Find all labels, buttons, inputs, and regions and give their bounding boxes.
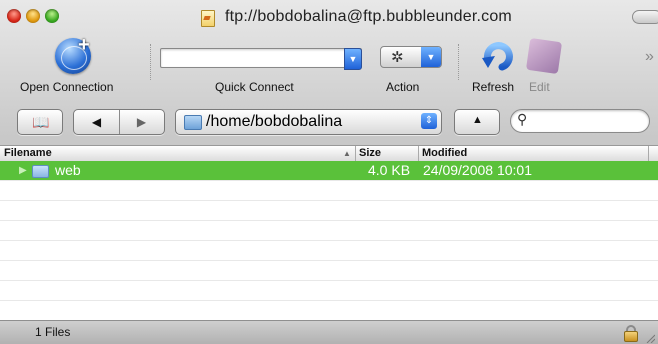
column-divider — [355, 146, 356, 161]
current-path: /home/bobdobalina — [206, 113, 343, 130]
back-arrow-icon[interactable]: ◀ — [74, 110, 120, 134]
magnifier-icon: ⚲ — [517, 111, 528, 127]
open-connection-button[interactable]: + Open Connection — [0, 34, 145, 98]
globe-plus-icon: + — [55, 34, 91, 74]
quick-connect-label: Quick Connect — [215, 80, 294, 94]
empty-row — [0, 261, 658, 281]
minimize-window-button[interactable] — [26, 9, 40, 23]
search-input[interactable]: ⚲ — [510, 109, 650, 133]
file-name: web — [55, 162, 81, 178]
toolbar-separator-2 — [458, 44, 460, 80]
title-bar: ftp://bobdobalina@ftp.bubbleunder.com — [0, 0, 658, 36]
action-button[interactable]: ✲ ▼ — [380, 46, 442, 68]
navigation-bar: 📖 ◀ ▶ /home/bobdobalina ⇕ ▲ ⚲ — [0, 100, 658, 146]
parent-directory-button[interactable]: ▲ — [454, 109, 500, 135]
disclosure-triangle-icon[interactable]: ▶ — [19, 161, 27, 180]
edit-label: Edit — [529, 80, 550, 94]
gear-icon: ✲ — [391, 49, 404, 66]
bookmarks-button[interactable]: 📖 — [17, 109, 63, 135]
ftp-browser-window: ftp://bobdobalina@ftp.bubbleunder.com + … — [0, 0, 658, 344]
table-row[interactable]: ▶ web 4.0 KB 24/09/2008 10:01 — [0, 161, 658, 181]
file-count: 1 Files — [35, 325, 71, 339]
book-icon: 📖 — [32, 114, 50, 130]
file-table: Filename ▲ Size Modified ▶ web 4.0 KB 24… — [0, 145, 658, 321]
refresh-label: Refresh — [472, 80, 515, 94]
column-header-filename[interactable]: Filename — [4, 146, 52, 161]
up-arrow-icon: ▲ — [472, 114, 483, 126]
action-dropdown-icon: ▼ — [421, 47, 441, 67]
ftp-document-icon — [201, 10, 215, 27]
toolbar-separator — [150, 44, 152, 80]
file-size: 4.0 KB — [368, 162, 411, 178]
empty-row — [0, 181, 658, 201]
back-forward-control: ◀ ▶ — [73, 109, 165, 135]
open-connection-label: Open Connection — [20, 80, 114, 94]
toolbar-overflow-icon[interactable]: » — [645, 48, 654, 66]
table-header: Filename ▲ Size Modified — [0, 145, 658, 162]
column-header-size[interactable]: Size — [359, 146, 381, 161]
lock-icon — [624, 325, 638, 342]
empty-row — [0, 221, 658, 241]
resize-grip-icon[interactable] — [645, 333, 655, 343]
toolbar: + Open Connection ▼ Quick Connect ✲ ▼ Ac… — [0, 34, 658, 100]
action-label: Action — [386, 80, 420, 94]
folder-icon — [184, 115, 202, 130]
zoom-window-button[interactable] — [45, 9, 59, 23]
quick-connect-input[interactable]: ▼ — [160, 48, 362, 70]
column-header-modified[interactable]: Modified — [422, 146, 467, 161]
file-modified: 24/09/2008 10:01 — [423, 162, 532, 178]
quick-connect-dropdown-icon[interactable]: ▼ — [344, 48, 362, 70]
close-window-button[interactable] — [7, 9, 21, 23]
empty-row — [0, 201, 658, 221]
path-dropdown-icon: ⇕ — [421, 113, 437, 129]
window-title: ftp://bobdobalina@ftp.bubbleunder.com — [225, 8, 512, 25]
refresh-icon — [482, 42, 513, 71]
empty-row — [0, 301, 658, 321]
forward-arrow-icon[interactable]: ▶ — [119, 110, 164, 134]
column-divider — [418, 146, 419, 161]
empty-row — [0, 281, 658, 301]
edit-icon[interactable] — [525, 37, 563, 75]
refresh-button[interactable] — [480, 38, 516, 74]
path-select[interactable]: /home/bobdobalina ⇕ — [175, 109, 442, 135]
sort-ascending-icon: ▲ — [343, 149, 351, 158]
folder-icon — [32, 165, 49, 178]
file-list: ▶ web 4.0 KB 24/09/2008 10:01 — [0, 161, 658, 321]
status-bar: 1 Files — [0, 320, 658, 344]
toolbar-toggle-button[interactable] — [632, 10, 658, 24]
empty-row — [0, 241, 658, 261]
column-divider — [648, 146, 649, 161]
